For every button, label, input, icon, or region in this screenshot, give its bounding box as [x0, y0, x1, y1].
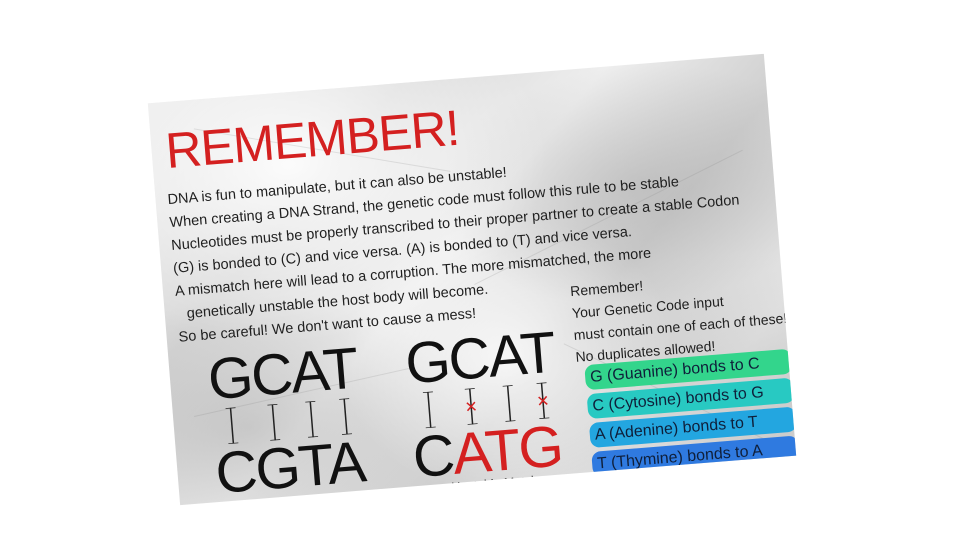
base-letter: T	[320, 335, 360, 404]
base-letter: C	[445, 325, 491, 394]
base-letter: T	[517, 319, 557, 388]
game-screen: REMEMBER! DNA is fun to manipulate, but …	[0, 0, 960, 540]
stable-top-strand: GCAT	[205, 336, 360, 413]
base-letter: C	[213, 438, 259, 506]
base-letter: C	[410, 422, 456, 491]
unstable-top-strand: GCAT	[402, 320, 557, 397]
base-letter: G	[252, 434, 302, 503]
base-letter: C	[248, 340, 294, 409]
remember-title: REMEMBER!	[163, 99, 461, 180]
crumpled-paper-note: REMEMBER! DNA is fun to manipulate, but …	[147, 53, 797, 506]
mismatched-base-letter: G	[515, 413, 565, 482]
stable-bottom-strand: CGTA	[213, 429, 367, 506]
base-letter: G	[402, 328, 452, 397]
base-letter: G	[205, 344, 254, 413]
base-letter: A	[324, 429, 367, 498]
